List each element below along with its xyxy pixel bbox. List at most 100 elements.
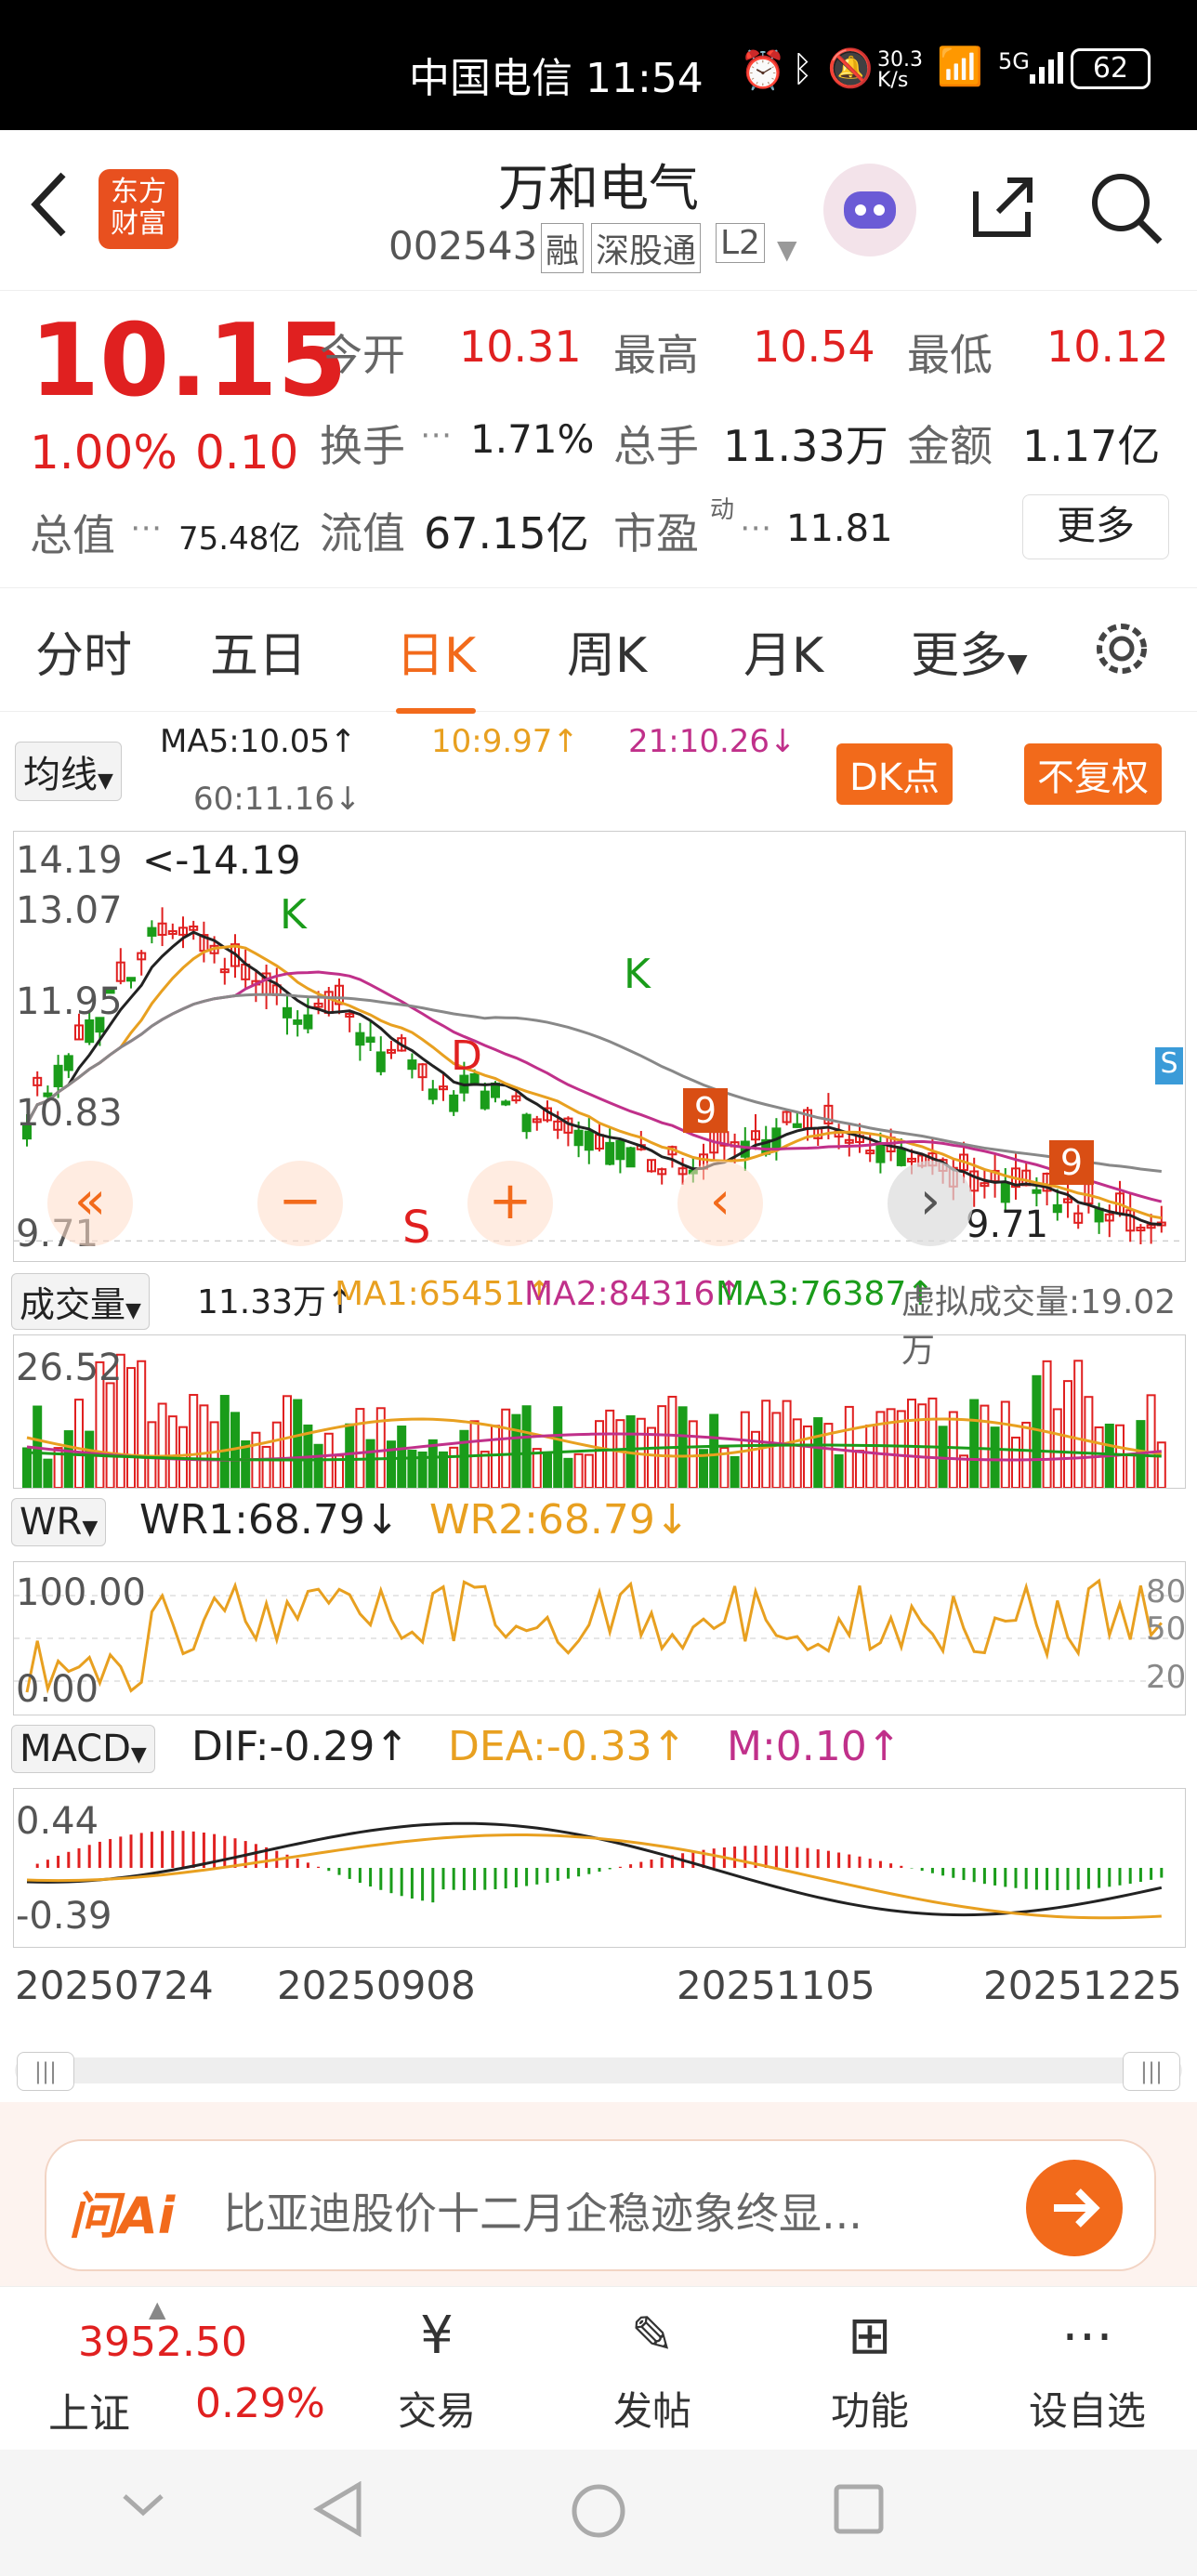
volume-bar xyxy=(948,1411,958,1489)
code-dropdown-icon[interactable]: ▼ xyxy=(777,234,797,265)
candle-body xyxy=(85,1019,95,1044)
ai-assistant-avatar[interactable] xyxy=(823,164,916,256)
float-label: 流值 xyxy=(320,508,405,559)
low-label: 最低 xyxy=(907,330,993,380)
tab-monthly-k[interactable]: 月K xyxy=(743,616,823,686)
pe-info-icon[interactable]: ⋯ xyxy=(740,509,771,546)
volume-selector[interactable]: 成交量▼ xyxy=(11,1273,150,1330)
ma60-value: 60:11.16↓ xyxy=(193,781,362,818)
tab-more-label: 更多 xyxy=(911,628,1008,684)
nav-trade-label: 交易 xyxy=(397,2388,476,2434)
volume-bar xyxy=(105,1382,115,1489)
min-price-note: 9.71 xyxy=(966,1203,1049,1246)
volume-bar xyxy=(459,1429,469,1489)
volume-bar xyxy=(1032,1374,1042,1489)
volume-bar xyxy=(532,1448,542,1489)
nav-features[interactable]: ⊞ 功能 xyxy=(796,2306,944,2437)
range-handle-right[interactable]: ||| xyxy=(1123,2052,1180,2091)
kline-chart[interactable]: 14.19 13.07 11.95 10.83 9.71 <-14.19 9.7… xyxy=(13,831,1186,1262)
mktcap-info-icon[interactable]: ⋯ xyxy=(130,509,162,546)
ma-selector-label: 均线 xyxy=(23,754,98,796)
nav-add-watchlist[interactable]: ⋯ 设自选 xyxy=(1013,2306,1162,2437)
zoom-out-button[interactable]: − xyxy=(257,1161,343,1246)
seq-count-9-a: 9 xyxy=(683,1088,728,1133)
volume-bar xyxy=(43,1458,53,1490)
signal-k-2: K xyxy=(624,951,651,998)
candle-body xyxy=(875,1142,886,1163)
settings-gear-icon[interactable] xyxy=(1089,616,1154,685)
volume-svg xyxy=(22,1353,1166,1490)
candle-body xyxy=(375,1051,386,1072)
macd-chart[interactable]: 0.44 -0.39 xyxy=(13,1788,1186,1948)
collapse-chevron-icon[interactable] xyxy=(119,2487,167,2528)
dk-points-button[interactable]: DK点 xyxy=(836,743,954,805)
wr-selector[interactable]: WR▼ xyxy=(11,1498,107,1546)
ai-question-bar[interactable]: 问Ai 比亚迪股价十二月企稳迹象终显... xyxy=(45,2139,1156,2271)
candle-body xyxy=(792,1123,802,1128)
index-name[interactable]: 上证 xyxy=(48,2380,130,2439)
more-button[interactable]: 更多 xyxy=(1022,494,1169,559)
volume-bar xyxy=(980,1404,990,1489)
ma21-line xyxy=(25,970,1163,1203)
wifi-icon: 📶 xyxy=(937,46,983,88)
volume-bar xyxy=(209,1421,219,1489)
nav-post-label: 发帖 xyxy=(612,2388,691,2434)
ai-submit-button[interactable] xyxy=(1026,2160,1123,2256)
index-value[interactable]: 3952.50 xyxy=(78,2319,247,2366)
range-slider-track[interactable] xyxy=(15,2057,1182,2083)
share-icon[interactable] xyxy=(965,169,1039,247)
volume-chart[interactable]: 26.52 xyxy=(13,1334,1186,1490)
tab-weekly-k[interactable]: 周K xyxy=(567,616,647,686)
tag-margin: 融 xyxy=(541,223,585,273)
volume-y-label: 26.52 xyxy=(16,1347,123,1389)
low-value: 10.12 xyxy=(1046,322,1169,372)
turnover-value: 1.71% xyxy=(470,416,595,462)
range-handle-left[interactable]: ||| xyxy=(17,2052,74,2091)
recents-square-icon[interactable] xyxy=(833,2483,885,2539)
tab-five-day[interactable]: 五日 xyxy=(210,616,307,686)
nav-post[interactable]: ✎ 发帖 xyxy=(578,2306,727,2437)
volume-bar xyxy=(271,1421,282,1489)
tab-daily-k[interactable]: 日K xyxy=(396,616,477,714)
home-circle-icon[interactable] xyxy=(569,2481,628,2544)
index-pct[interactable]: 0.29% xyxy=(195,2380,325,2427)
back-triangle-icon[interactable] xyxy=(312,2480,362,2541)
scroll-left-fast-button[interactable]: « xyxy=(47,1161,133,1246)
ai-logo: 问Ai xyxy=(69,2187,176,2245)
macd-selector[interactable]: MACD▼ xyxy=(11,1725,155,1773)
alarm-icon: ⏰ xyxy=(740,49,786,92)
turnover-info-icon[interactable]: ⋯ xyxy=(420,416,452,453)
candle-body xyxy=(573,1129,584,1147)
wr-chart[interactable]: 100.00 0.00 80 50 20 xyxy=(13,1561,1186,1715)
nav-trade[interactable]: ¥ 交易 xyxy=(362,2306,511,2437)
ma-selector[interactable]: 均线▼ xyxy=(15,742,122,801)
scroll-left-button[interactable]: ‹ xyxy=(677,1161,763,1246)
volume-bar xyxy=(501,1408,511,1489)
volume-bar xyxy=(521,1405,532,1489)
volume-value: 11.33万 xyxy=(723,421,888,471)
tab-intraday[interactable]: 分时 xyxy=(35,616,132,686)
volume-bar xyxy=(584,1453,594,1490)
price-adjust-button[interactable]: 不复权 xyxy=(1024,743,1162,805)
battery-icon: 62 xyxy=(1071,48,1151,89)
candle-body xyxy=(63,1055,73,1071)
zoom-in-button[interactable]: + xyxy=(467,1161,553,1246)
network-type: 5G xyxy=(998,48,1030,74)
volume-bar xyxy=(813,1417,823,1489)
date-label-1: 20250724 xyxy=(15,1963,214,2008)
candle-body xyxy=(1000,1182,1010,1203)
search-icon[interactable] xyxy=(1087,169,1167,253)
candle-body xyxy=(480,1090,490,1110)
wr-y-top: 100.00 xyxy=(16,1571,146,1614)
volume-bar xyxy=(927,1397,938,1489)
mktcap-value: 75.48亿 xyxy=(178,520,301,558)
macd-y-top: 0.44 xyxy=(16,1800,99,1843)
y-label-high: 14.19 xyxy=(16,839,123,882)
volume-bar xyxy=(511,1413,521,1489)
date-label-3: 20251105 xyxy=(677,1963,875,2008)
pe-label: 市盈 xyxy=(613,508,699,559)
seq-count-9-b: 9 xyxy=(1049,1140,1094,1185)
scroll-right-button[interactable]: › xyxy=(888,1161,973,1246)
tab-more[interactable]: 更多▼ xyxy=(911,616,1028,686)
kline-svg xyxy=(14,907,1185,1244)
